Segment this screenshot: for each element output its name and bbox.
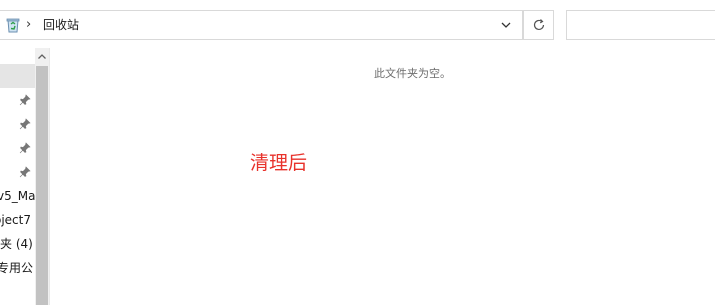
breadcrumb-separator[interactable]: › — [26, 17, 31, 33]
pane-divider[interactable] — [49, 48, 50, 305]
pin-icon — [19, 94, 31, 106]
scroll-up-button[interactable] — [35, 48, 49, 65]
nav-item-label[interactable]: 夹 (4) — [0, 236, 33, 252]
pin-icon — [19, 118, 31, 130]
nav-item-selected[interactable] — [0, 64, 35, 88]
recycle-bin-icon — [5, 17, 21, 33]
nav-item-label[interactable]: v5_Ma — [0, 188, 35, 204]
refresh-icon — [533, 19, 545, 31]
annotation-label: 清理后 — [250, 152, 308, 174]
nav-item-label[interactable]: oject7 — [0, 212, 31, 228]
search-input[interactable] — [566, 10, 715, 40]
address-bar[interactable]: › 回收站 — [0, 10, 523, 40]
chevron-down-icon[interactable] — [498, 17, 514, 33]
navigation-pane: v5_Ma oject7 夹 (4) 专用公 — [0, 48, 35, 305]
pin-icon — [19, 166, 31, 178]
nav-item-label[interactable]: 专用公 — [0, 260, 33, 276]
empty-folder-message: 此文件夹为空。 — [374, 67, 451, 80]
toolbar: › 回收站 — [0, 0, 715, 48]
refresh-button[interactable] — [523, 10, 554, 40]
breadcrumb-location[interactable]: 回收站 — [43, 17, 79, 33]
scrollbar-thumb[interactable] — [36, 66, 48, 305]
pin-icon — [19, 142, 31, 154]
nav-scrollbar[interactable] — [35, 48, 49, 305]
chevron-up-icon — [38, 54, 46, 59]
